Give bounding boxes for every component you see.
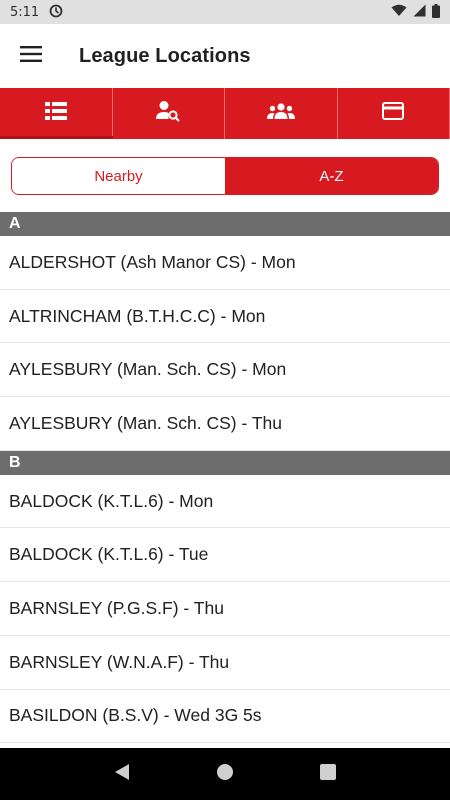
recents-button[interactable] — [308, 754, 348, 794]
tab-list[interactable] — [0, 88, 113, 139]
list-item[interactable]: BASILDON (B.S.V) - Wed 3G 5s — [0, 690, 450, 744]
tab-card[interactable] — [338, 88, 450, 139]
list-item[interactable]: BARNSLEY (P.G.S.F) - Thu — [0, 582, 450, 636]
wifi-icon — [391, 4, 407, 20]
segment-nearby[interactable]: Nearby — [12, 158, 225, 194]
sync-icon — [49, 4, 63, 21]
home-circle-icon — [216, 763, 234, 786]
location-list[interactable]: A ALDERSHOT (Ash Manor CS) - Mon ALTRINC… — [0, 212, 450, 748]
list-item[interactable]: BALDOCK (K.T.L.6) - Tue — [0, 528, 450, 583]
person-search-icon — [156, 100, 181, 127]
app-bar: League Locations — [0, 24, 450, 88]
view-segment-control: Nearby A-Z — [11, 157, 439, 195]
back-triangle-icon — [114, 763, 130, 786]
list-item[interactable]: ALTRINCHAM (B.T.H.C.C) - Mon — [0, 290, 450, 344]
section-header: A — [0, 212, 450, 236]
home-button[interactable] — [205, 754, 245, 794]
list-item[interactable]: BALDOCK (K.T.L.6) - Mon — [0, 475, 450, 529]
tab-person-search[interactable] — [113, 88, 225, 139]
back-button[interactable] — [102, 754, 142, 794]
hamburger-menu-icon — [20, 45, 42, 67]
status-time: 5:11 — [10, 4, 40, 20]
card-icon — [382, 102, 405, 125]
segment-a-z[interactable]: A-Z — [225, 158, 438, 194]
recents-square-icon — [320, 763, 337, 785]
battery-icon — [432, 3, 440, 21]
page-title: League Locations — [79, 44, 251, 67]
list-item[interactable]: AYLESBURY (Man. Sch. CS) - Mon — [0, 343, 450, 398]
list-item[interactable]: ALDERSHOT (Ash Manor CS) - Mon — [0, 236, 450, 290]
group-icon — [266, 103, 295, 124]
menu-button[interactable] — [0, 24, 62, 88]
list-item[interactable]: BARNSLEY (W.N.A.F) - Thu — [0, 636, 450, 690]
list-item[interactable]: AYLESBURY (Man. Sch. CS) - Thu — [0, 397, 450, 451]
tab-bar — [0, 88, 450, 139]
system-nav-bar — [0, 748, 450, 800]
signal-icon — [413, 4, 426, 20]
list-icon — [44, 102, 67, 125]
tab-selected-indicator — [0, 136, 113, 139]
tab-group[interactable] — [225, 88, 338, 139]
section-header: B — [0, 450, 450, 475]
status-bar: 5:11 — [0, 0, 450, 24]
